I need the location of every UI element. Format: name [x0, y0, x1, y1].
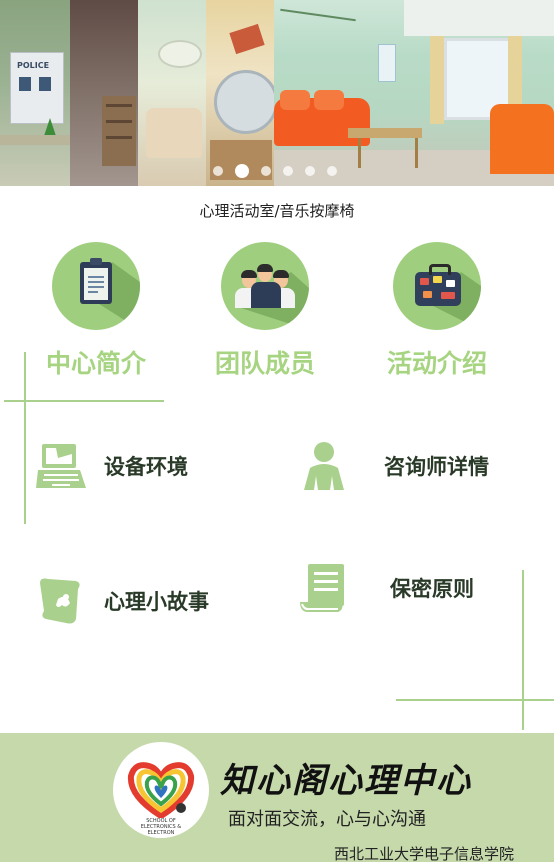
slogan: 面对面交流，心与心沟通: [228, 809, 426, 830]
menu-item-psych-stories[interactable]: 心理小故事: [36, 575, 209, 627]
carousel-pagination[interactable]: [213, 164, 337, 178]
carousel-photo-police: POLICE: [0, 0, 70, 186]
carousel-dot-2-active[interactable]: [235, 164, 249, 178]
footer: SCHOOL OF ELECTRONICS & ELECTRON 知心阁心理中心…: [0, 733, 554, 863]
carousel-dot-4[interactable]: [283, 166, 293, 176]
rainbow-heart-icon: [127, 762, 195, 818]
feature-label: 活动介绍: [386, 349, 487, 378]
team-icon: [221, 242, 309, 330]
carousel-dot-3[interactable]: [261, 166, 271, 176]
menu-item-label: 保密原则: [390, 577, 474, 601]
suitcase-icon: [393, 242, 481, 330]
feature-label: 中心简介: [45, 349, 146, 378]
feature-team-members[interactable]: 团队成员: [190, 242, 340, 380]
menu-item-label: 心理小故事: [104, 590, 209, 614]
clipboard-icon: [52, 242, 140, 330]
laptop-icon: [36, 440, 88, 492]
carousel-photo-crafts: [206, 0, 278, 186]
menu-item-counselor-details[interactable]: 咨询师详情: [298, 440, 489, 492]
feature-label: 团队成员: [214, 349, 315, 378]
carousel-photo-massage-chair: [138, 0, 206, 186]
menu-item-label: 设备环境: [104, 455, 188, 479]
image-carousel[interactable]: POLICE: [0, 0, 554, 186]
carousel-dot-6[interactable]: [327, 166, 337, 176]
logo-text: SCHOOL OF ELECTRONICS & ELECTRON: [140, 818, 182, 836]
feature-activities[interactable]: 活动介绍: [362, 242, 512, 380]
divider-horizontal-left: [4, 400, 164, 402]
menu-item-confidentiality[interactable]: 保密原则: [298, 562, 474, 614]
document-icon: [298, 562, 350, 614]
brand-title: 知心阁心理中心: [220, 761, 472, 801]
carousel-photo-cabinet: [70, 0, 138, 186]
carousel-photo-activity-room: [274, 0, 554, 186]
divider-horizontal-right: [396, 699, 554, 701]
carousel-dot-5[interactable]: [305, 166, 315, 176]
menu-item-equipment[interactable]: 设备环境: [36, 440, 188, 492]
feature-center-intro[interactable]: 中心简介: [21, 242, 171, 380]
person-icon: [298, 440, 350, 492]
school-name: 西北工业大学电子信息学院: [334, 845, 515, 863]
divider-vertical-left: [24, 352, 26, 524]
carousel-dot-1[interactable]: [213, 166, 223, 176]
scroll-icon: [36, 575, 88, 627]
menu-item-label: 咨询师详情: [384, 455, 489, 479]
carousel-caption: 心理活动室/音乐按摩椅: [199, 202, 355, 220]
police-sign-text: POLICE: [17, 61, 50, 70]
center-logo: SCHOOL OF ELECTRONICS & ELECTRON: [113, 742, 209, 838]
divider-vertical-right: [522, 570, 524, 730]
